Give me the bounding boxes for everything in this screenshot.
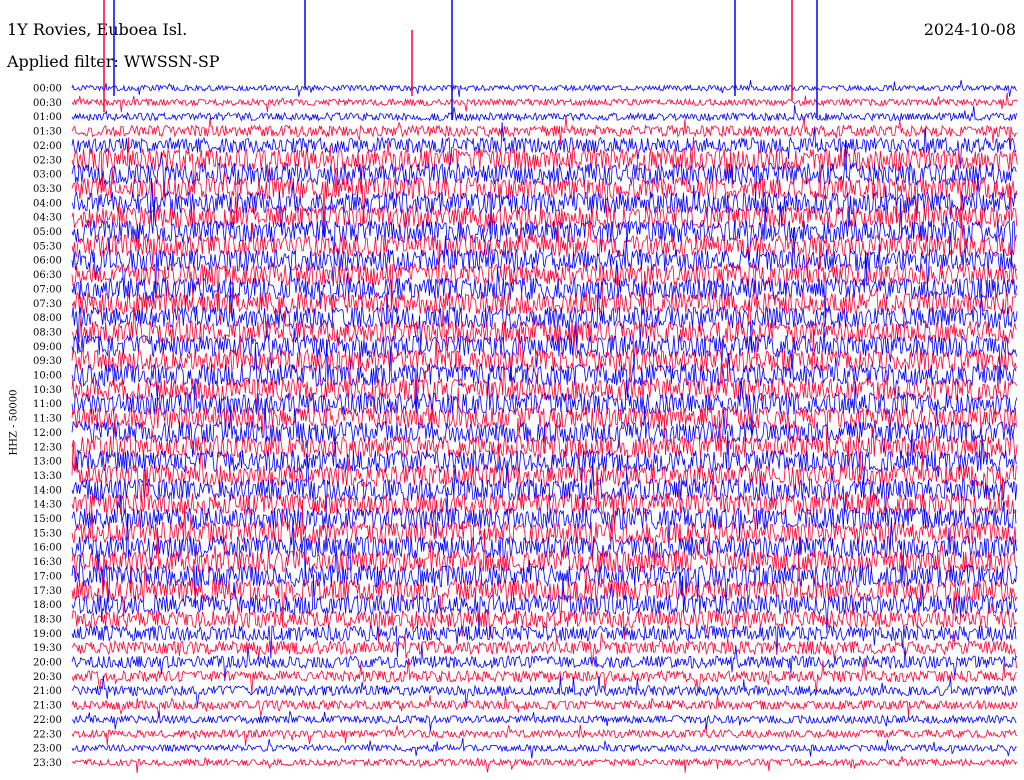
row-time-label: 23:30 [33, 758, 62, 769]
row-time-label: 17:30 [33, 586, 62, 597]
row-time-label: 11:30 [33, 414, 62, 425]
seismogram-plot: 00:00 00:30 01:00 01:30 02:00 02:30 03:00 03:30… [33, 0, 1018, 774]
row-time-label: 05:30 [33, 241, 62, 252]
row-time-label: 03:00 [33, 170, 62, 181]
row-time-label: 12:30 [33, 442, 62, 453]
row-time-label: 07:30 [33, 299, 62, 310]
row-time-label: 07:00 [33, 284, 62, 295]
row-time-label: 08:00 [33, 313, 62, 324]
row-time-label: 06:00 [33, 256, 62, 267]
row-time-label: 14:30 [33, 500, 62, 511]
row-time-label: 10:30 [33, 385, 62, 396]
row-time-label: 16:30 [33, 557, 62, 568]
trace-row [71, 694, 1018, 718]
row-time-label: 20:30 [33, 672, 62, 683]
row-time-label: 17:00 [33, 571, 62, 582]
row-time-label: 11:00 [33, 399, 62, 410]
row-time-label: 13:00 [33, 457, 62, 468]
row-time-label: 02:00 [33, 141, 62, 152]
row-time-label: 05:00 [33, 227, 62, 238]
trace-row [71, 104, 1017, 122]
trace-row [71, 737, 1017, 759]
row-time-label: 23:00 [33, 744, 62, 755]
row-time-label: 22:30 [33, 729, 62, 740]
row-time-label: 08:30 [33, 327, 62, 338]
row-time-label: 13:30 [33, 471, 62, 482]
row-time-label: 16:00 [33, 543, 62, 554]
row-time-label: 15:00 [33, 514, 62, 525]
trace-row [71, 279, 1017, 326]
row-time-label: 22:00 [33, 715, 62, 726]
row-time-label: 00:00 [33, 84, 62, 95]
row-time-label: 18:30 [33, 614, 62, 625]
row-time-label: 19:30 [33, 643, 62, 654]
row-time-label: 00:30 [33, 98, 62, 109]
trace-row [71, 79, 1018, 97]
row-time-label: 21:00 [33, 686, 62, 697]
row-time-label: 01:30 [33, 127, 62, 138]
trace-row [71, 92, 1018, 113]
row-time-label: 21:30 [33, 701, 62, 712]
row-time-label: 01:00 [33, 112, 62, 123]
row-time-label: 14:00 [33, 485, 62, 496]
row-time-label: 19:00 [33, 629, 62, 640]
trace-row [71, 675, 1017, 707]
row-time-label: 06:30 [33, 270, 62, 281]
row-time-label: 12:00 [33, 428, 62, 439]
trace-row [71, 756, 1017, 774]
row-time-label: 09:30 [33, 356, 62, 367]
row-time-label: 18:00 [33, 600, 62, 611]
row-time-label: 15:30 [33, 528, 62, 539]
row-time-label: 20:00 [33, 658, 62, 669]
trace-row [71, 710, 1017, 731]
row-time-label: 03:30 [33, 184, 62, 195]
trace-row [71, 513, 1017, 580]
row-time-label: 04:30 [33, 213, 62, 224]
row-time-label: 04:00 [33, 198, 62, 209]
row-time-label: 10:00 [33, 371, 62, 382]
row-time-label: 09:00 [33, 342, 62, 353]
trace-row [71, 173, 1018, 238]
row-time-label: 02:30 [33, 155, 62, 166]
trace-row [71, 724, 1018, 746]
